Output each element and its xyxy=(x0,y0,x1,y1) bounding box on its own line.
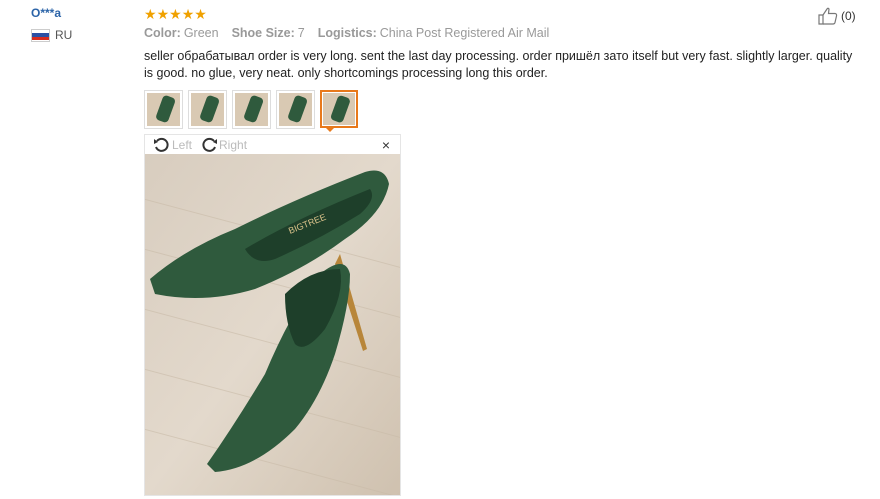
helpful-count: (0) xyxy=(841,9,856,23)
rotate-left-button[interactable]: Left xyxy=(153,137,192,153)
photo-thumbnail[interactable] xyxy=(144,90,183,129)
viewer-toolbar: Left Right × xyxy=(145,135,400,154)
reviewer-info: O***a RU xyxy=(31,6,131,42)
thumbs-up-icon xyxy=(818,7,838,25)
star-icon: ★ xyxy=(194,5,207,22)
photo-thumbnail[interactable] xyxy=(232,90,271,129)
attribute-color: Color: Green xyxy=(144,26,219,40)
photo-thumbnail[interactable] xyxy=(276,90,315,129)
rotate-left-icon xyxy=(154,137,169,152)
photo-thumbnail-active[interactable] xyxy=(320,90,358,128)
review-body: ★ ★ ★ ★ ★ Color: Green Shoe Size: 7 Logist… xyxy=(144,5,859,82)
photo-thumbnails xyxy=(144,90,358,129)
helpful-button[interactable]: (0) xyxy=(818,7,856,25)
star-icon: ★ xyxy=(181,5,195,22)
order-attributes: Color: Green Shoe Size: 7 Logistics: China … xyxy=(144,26,859,40)
review-photo: BIGTREE xyxy=(145,154,400,495)
photo-viewer: Left Right × BIGTREE xyxy=(144,134,401,496)
star-icon: ★ xyxy=(169,5,182,22)
rotate-right-button[interactable]: Right xyxy=(200,137,247,153)
photo-thumbnail[interactable] xyxy=(188,90,227,129)
review-text: seller обрабатывал order is very long. s… xyxy=(144,49,853,80)
attribute-shoe-size: Shoe Size: 7 xyxy=(231,26,305,40)
star-icon: ★ xyxy=(156,5,170,22)
russia-flag-icon xyxy=(31,28,50,42)
close-viewer-button[interactable]: × xyxy=(382,138,390,152)
shoe-photo: BIGTREE xyxy=(145,154,400,495)
country-code: RU xyxy=(55,28,73,42)
rotate-right-icon xyxy=(202,137,218,152)
star-icon: ★ xyxy=(144,5,157,22)
reviewer-country: RU xyxy=(31,28,131,42)
reviewer-name[interactable]: O***a xyxy=(31,6,131,20)
star-rating: ★ ★ ★ ★ ★ xyxy=(144,5,859,22)
active-thumbnail-caret xyxy=(324,126,336,132)
attribute-logistics: Logistics: China Post Registered Air Mail xyxy=(317,26,550,40)
